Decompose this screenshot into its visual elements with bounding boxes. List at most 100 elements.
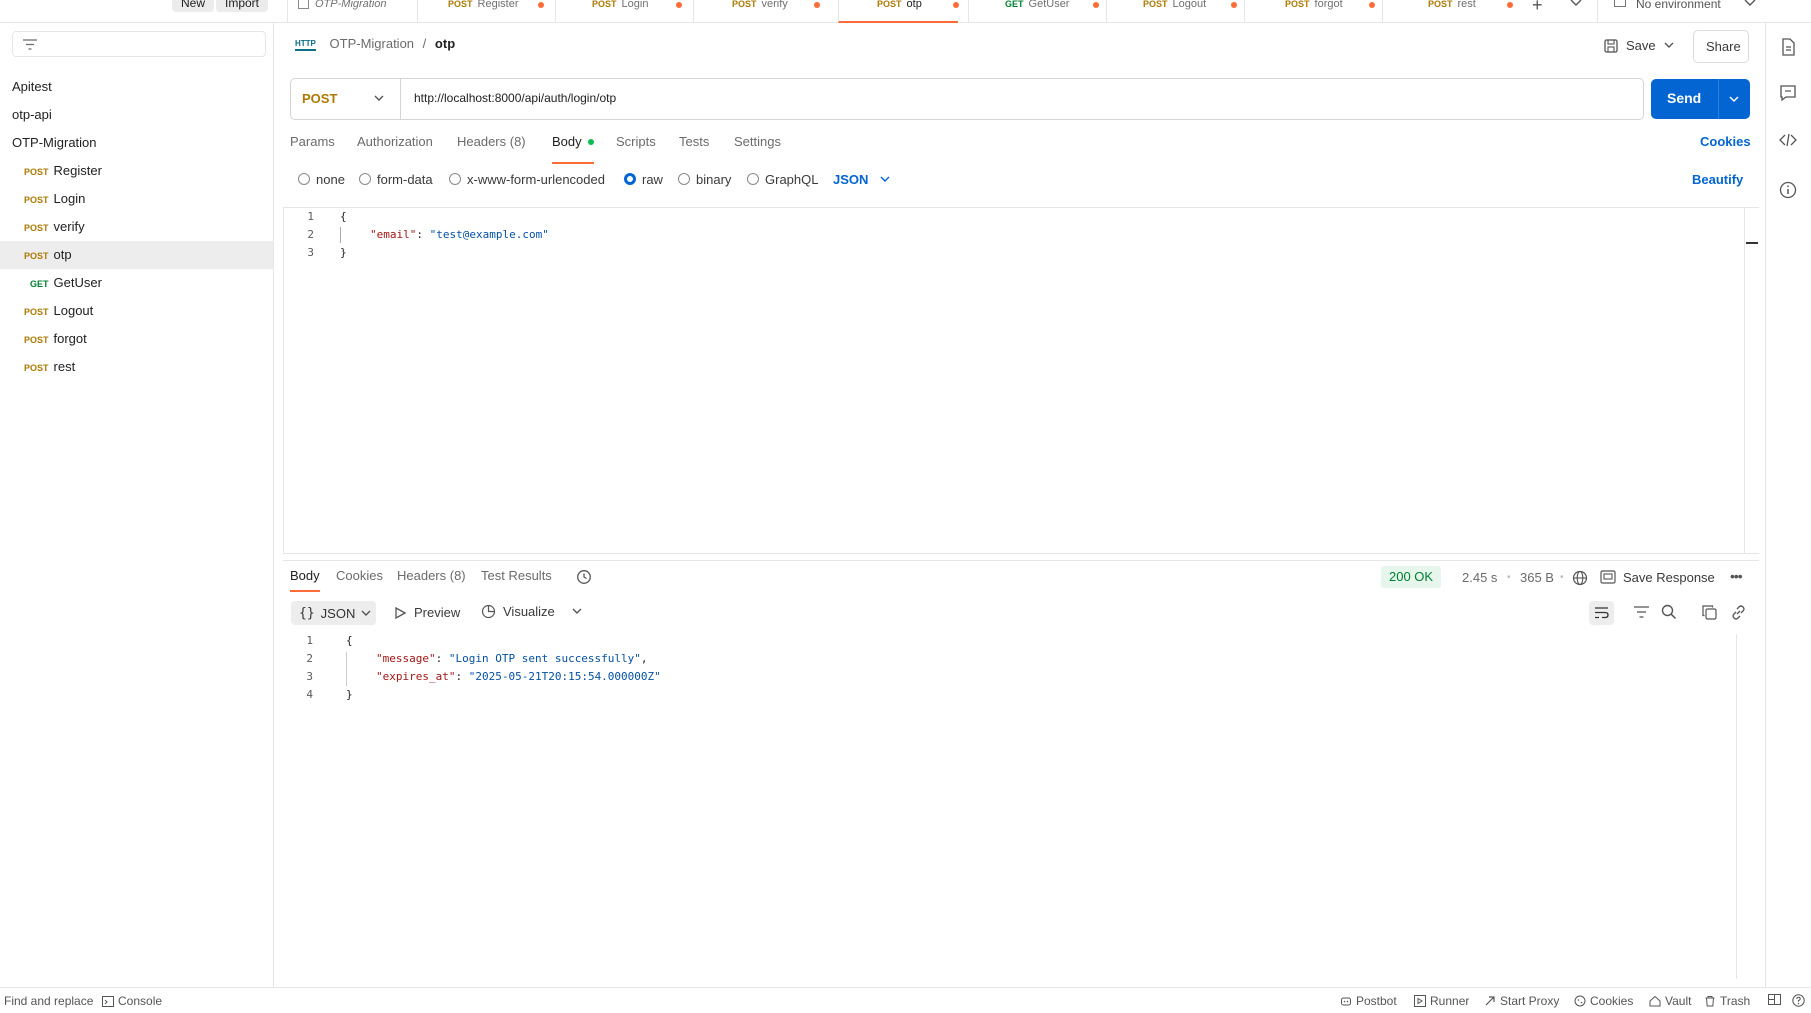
tab-tests[interactable]: Tests: [679, 134, 709, 164]
line-number: 3: [306, 670, 313, 683]
sidebar-item-verify[interactable]: POST verify: [0, 213, 273, 241]
response-tab-body[interactable]: Body: [290, 568, 320, 592]
send-button[interactable]: Send: [1651, 79, 1750, 119]
body-type-graphql[interactable]: GraphQL: [747, 171, 818, 187]
sidebar-item-otp-migration[interactable]: OTP-Migration: [0, 129, 273, 157]
find-replace-button[interactable]: Find and replace: [4, 994, 93, 1008]
filter-icon[interactable]: [1634, 606, 1649, 618]
save-button[interactable]: Save: [1594, 30, 1680, 63]
info-icon[interactable]: [1778, 180, 1798, 200]
send-options-chevron-icon[interactable]: [1729, 96, 1739, 103]
response-body-viewer[interactable]: 1 2 3 4 { "message": "Login OTP sent suc…: [283, 630, 1759, 985]
response-size[interactable]: 365 B: [1520, 570, 1554, 585]
trash-button[interactable]: Trash: [1704, 994, 1750, 1008]
sidebar-item-forgot[interactable]: POST forgot: [0, 325, 273, 353]
response-tab-cookies[interactable]: Cookies: [336, 568, 383, 592]
tab-label: Logout: [1172, 0, 1207, 10]
wrap-lines-button[interactable]: [1589, 601, 1614, 625]
postbot-button[interactable]: Postbot: [1340, 994, 1397, 1008]
more-options-icon[interactable]: •••: [1730, 568, 1743, 584]
indent-guide: [340, 227, 341, 243]
body-type-none[interactable]: none: [298, 171, 345, 187]
new-button[interactable]: New: [172, 0, 215, 12]
body-format-select[interactable]: JSON: [833, 171, 890, 187]
start-proxy-button[interactable]: Start Proxy: [1484, 994, 1559, 1008]
body-type-binary[interactable]: binary: [678, 171, 731, 187]
tab-otp-migration[interactable]: OTP-Migration: [287, 0, 417, 23]
sidebar-item-otp-api[interactable]: otp-api: [0, 101, 273, 129]
share-button[interactable]: Share: [1693, 30, 1749, 63]
method-select[interactable]: POST: [291, 79, 401, 119]
preview-label: Preview: [414, 605, 461, 620]
tab-otp[interactable]: POST otp: [838, 0, 959, 23]
unsaved-dot-icon: [953, 2, 959, 8]
save-options-chevron-icon[interactable]: [1664, 42, 1674, 49]
response-time[interactable]: 2.45 s: [1462, 570, 1497, 585]
tab-login[interactable]: POST Login: [555, 0, 693, 23]
chevron-down-icon[interactable]: [572, 608, 582, 615]
response-format-select[interactable]: {} JSON: [291, 601, 376, 625]
history-icon[interactable]: [576, 569, 592, 585]
tab-register[interactable]: POST Register: [417, 0, 555, 23]
scrollbar-thumb[interactable]: [1746, 242, 1758, 244]
environment-selector[interactable]: No environment: [1597, 0, 1765, 23]
sidebar-item-apitest[interactable]: Apitest: [0, 73, 273, 101]
documentation-icon[interactable]: [1778, 37, 1798, 57]
tab-settings[interactable]: Settings: [734, 134, 781, 164]
tab-logout[interactable]: POST Logout: [1106, 0, 1244, 23]
response-tab-headers[interactable]: Headers (8): [397, 568, 466, 592]
tab-authorization[interactable]: Authorization: [357, 134, 433, 164]
globe-icon[interactable]: [1572, 570, 1588, 586]
tab-params[interactable]: Params: [290, 134, 335, 164]
pane-divider[interactable]: [283, 560, 1759, 561]
import-button[interactable]: Import: [216, 0, 269, 12]
preview-button[interactable]: Preview: [395, 605, 460, 620]
sidebar-item-register[interactable]: POST Register: [0, 157, 273, 185]
body-type-form-data[interactable]: form-data: [359, 171, 433, 187]
copy-icon[interactable]: [1702, 605, 1717, 620]
indent-guide: [346, 652, 347, 686]
braces-icon: {}: [299, 605, 315, 621]
request-name[interactable]: otp: [435, 36, 455, 51]
body-type-raw[interactable]: raw: [624, 171, 663, 187]
code-snippet-icon[interactable]: [1778, 130, 1798, 150]
sidebar-item-logout[interactable]: POST Logout: [0, 297, 273, 325]
tabs-overflow-chevron-icon[interactable]: [1570, 0, 1582, 7]
new-tab-plus-icon[interactable]: +: [1532, 0, 1543, 16]
tab-verify[interactable]: POST verify: [693, 0, 838, 23]
console-button[interactable]: Console: [102, 994, 162, 1008]
tab-body[interactable]: Body: [552, 134, 594, 164]
body-type-urlencoded[interactable]: x-www-form-urlencoded: [449, 171, 605, 187]
sidebar-item-getuser[interactable]: GET GetUser: [0, 269, 273, 297]
scrollbar-track: [1744, 208, 1745, 553]
tab-scripts[interactable]: Scripts: [616, 134, 656, 164]
visualize-button[interactable]: Visualize: [481, 604, 582, 619]
save-response-button[interactable]: Save Response: [1600, 566, 1715, 588]
tab-rest[interactable]: POST rest: [1382, 0, 1520, 23]
search-icon[interactable]: [1661, 604, 1677, 620]
tab-forgot[interactable]: POST forgot: [1244, 0, 1382, 23]
cookies-button[interactable]: Cookies: [1574, 994, 1633, 1008]
beautify-button[interactable]: Beautify: [1692, 171, 1743, 187]
sidebar-item-rest[interactable]: POST rest: [0, 353, 273, 381]
url-input[interactable]: http://localhost:8000/api/auth/login/otp: [414, 91, 616, 105]
sidebar-item-login[interactable]: POST Login: [0, 185, 273, 213]
comments-icon[interactable]: [1778, 83, 1798, 103]
response-tab-test-results[interactable]: Test Results: [481, 568, 552, 592]
tab-getuser[interactable]: GET GetUser: [968, 0, 1106, 23]
request-body-editor[interactable]: 1 2 3 { "email": "test@example.com" }: [283, 207, 1759, 554]
breadcrumb-collection[interactable]: OTP-Migration: [330, 36, 415, 51]
tab-headers[interactable]: Headers (8): [457, 134, 526, 164]
vault-button[interactable]: Vault: [1649, 994, 1691, 1008]
cookies-link[interactable]: Cookies: [1700, 134, 1751, 164]
runner-button[interactable]: Runner: [1414, 994, 1469, 1008]
link-icon[interactable]: [1731, 605, 1746, 620]
status-label: Find and replace: [4, 994, 94, 1008]
unsaved-dot-icon: [676, 2, 682, 8]
help-icon[interactable]: [1792, 994, 1805, 1007]
status-badge[interactable]: 200 OK: [1381, 566, 1442, 588]
sidebar-filter-input[interactable]: [12, 31, 266, 57]
sidebar-item-otp[interactable]: POST otp: [0, 241, 273, 269]
layout-toggle-icon[interactable]: [1768, 994, 1781, 1005]
collection-icon: [298, 0, 309, 9]
